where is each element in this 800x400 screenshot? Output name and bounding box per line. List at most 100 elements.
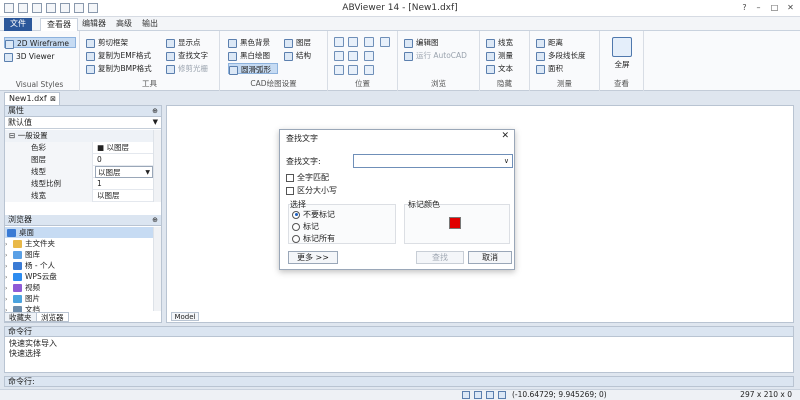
close-icon[interactable]: ✕	[501, 131, 509, 141]
rotate-icon[interactable]	[380, 37, 390, 47]
find-text-button[interactable]: 查找文字	[166, 50, 208, 61]
zoom-percent-icon[interactable]	[364, 65, 374, 75]
pin-icon[interactable]: ⊕	[152, 215, 158, 225]
tab-favorites[interactable]: 收藏夹	[4, 312, 37, 322]
black-background-button[interactable]: 黑色背景	[228, 37, 270, 48]
fullscreen-button[interactable]: 全屏	[606, 37, 638, 70]
radio-mark[interactable]: 标记	[292, 222, 319, 232]
group-label-position: 位置	[355, 79, 370, 88]
group-label-tools: 工具	[142, 79, 157, 88]
property-row[interactable]: 图层 0	[5, 154, 161, 166]
area-button[interactable]: 面积	[536, 63, 563, 74]
menu-advanced[interactable]: 高级	[110, 18, 138, 31]
black-white-button[interactable]: 黑白绘图	[228, 50, 270, 61]
ortho-icon[interactable]	[486, 391, 494, 399]
tree-item[interactable]: › 杨 - 个人	[5, 260, 153, 271]
run-autocad-button[interactable]: 运行 AutoCAD	[404, 50, 467, 61]
property-value[interactable]: 以图层	[95, 190, 153, 202]
mark-color-swatch[interactable]	[449, 217, 461, 229]
property-value: 以图层	[98, 168, 121, 177]
close-tab-icon[interactable]: ⊠	[50, 93, 56, 105]
minimize-button[interactable]: –	[752, 2, 765, 14]
close-button[interactable]: ✕	[784, 2, 797, 14]
viewer-3d-button[interactable]: 3D Viewer	[4, 51, 54, 62]
layers-button[interactable]: 图层	[284, 37, 311, 48]
property-row[interactable]: 线型比例 1	[5, 178, 161, 190]
show-points-button[interactable]: 显示点	[166, 37, 201, 48]
maximize-button[interactable]: □	[768, 2, 781, 14]
group-label-measure: 测量	[557, 79, 572, 88]
model-tab[interactable]: Model	[171, 312, 199, 321]
property-row[interactable]: 色彩 ■ 以图层	[5, 142, 161, 154]
find-text-dialog: 查找文字 ✕ 查找文字: ∨ 全字匹配 区分大小写 选择 不要标记 标记 标记所…	[279, 129, 515, 270]
smooth-arcs-button[interactable]: 圆滑弧形	[228, 63, 278, 75]
structure-button[interactable]: 结构	[284, 50, 311, 61]
edit-drawing-label: 编辑图	[416, 38, 439, 47]
zoom-out-icon[interactable]	[364, 51, 374, 61]
structure-label: 结构	[296, 51, 311, 60]
more-button[interactable]: 更多 >>	[288, 251, 338, 264]
property-value[interactable]: 0	[95, 154, 153, 166]
text-button[interactable]: 文本	[486, 63, 513, 74]
polyline-length-button[interactable]: 多段线长度	[536, 50, 586, 61]
cancel-button[interactable]: 取消	[468, 251, 512, 264]
distance-button[interactable]: 距离	[536, 37, 563, 48]
menu-output[interactable]: 输出	[136, 18, 164, 31]
tree-item[interactable]: › 图片	[5, 293, 153, 304]
property-row[interactable]: 线型 以图层 ▼	[5, 166, 161, 178]
lineweight-button[interactable]: 线宽	[486, 37, 513, 48]
property-section-label: 一般设置	[17, 131, 48, 140]
zoom-extents-icon[interactable]	[348, 37, 358, 47]
zoom-window-icon[interactable]	[334, 51, 344, 61]
trim-raster-button[interactable]: 修剪光栅	[166, 63, 208, 74]
properties-selector[interactable]: 默认值 ▼	[5, 117, 161, 129]
find-text-input[interactable]: ∨	[353, 154, 513, 168]
fit-icon[interactable]	[334, 65, 344, 75]
copy-bmp-button[interactable]: 复制为BMP格式	[86, 63, 152, 74]
view-box-icon[interactable]	[348, 65, 358, 75]
help-button[interactable]: ?	[738, 2, 751, 14]
tree-item[interactable]: › 主文件夹	[5, 238, 153, 249]
tree-item[interactable]: › 视频	[5, 282, 153, 293]
edit-drawing-button[interactable]: 编辑图	[404, 37, 439, 48]
browser-scrollbar[interactable]	[153, 227, 161, 311]
grid-icon[interactable]	[474, 391, 482, 399]
whole-word-checkbox[interactable]: 全字匹配	[286, 173, 329, 183]
property-value-dropdown[interactable]: 以图层 ▼	[95, 166, 153, 178]
chevron-down-icon[interactable]: ∨	[504, 155, 509, 167]
radio-dot	[292, 222, 300, 231]
command-input[interactable]: 命令行:	[4, 376, 794, 387]
menu-editor[interactable]: 编辑器	[76, 18, 112, 31]
properties-scrollbar[interactable]	[153, 130, 161, 202]
radio-mark-all[interactable]: 标记所有	[292, 234, 335, 244]
group-label-visual-styles: Visual Styles	[15, 80, 64, 89]
property-row[interactable]: 线宽 以图层	[5, 190, 161, 202]
find-button[interactable]: 查找	[416, 251, 464, 264]
menu-viewer[interactable]: 查看器	[40, 18, 78, 31]
clip-frame-button[interactable]: 剪切框架	[86, 37, 128, 48]
document-tab[interactable]: New1.dxf ⊠	[4, 92, 60, 105]
group-label-cad-settings: CAD绘图设置	[250, 79, 297, 88]
polar-icon[interactable]	[498, 391, 506, 399]
edit-drawing-icon	[404, 38, 413, 48]
tree-root[interactable]: 桌面	[5, 227, 153, 238]
tree-item[interactable]: › WPS云盘	[5, 271, 153, 282]
tab-browser[interactable]: 浏览器	[36, 312, 69, 322]
property-value[interactable]: 1	[95, 178, 153, 190]
tree-item[interactable]: › 图库	[5, 249, 153, 260]
hide-measure-button[interactable]: 测量	[486, 50, 513, 61]
group-measure: 距离 多段线长度 面积 测量	[530, 31, 600, 91]
pan-icon[interactable]	[334, 37, 344, 47]
pin-icon[interactable]: ⊕	[152, 106, 158, 116]
zoom-rect-icon[interactable]	[348, 51, 358, 61]
snap-icon[interactable]	[462, 391, 470, 399]
menu-file[interactable]: 文件	[4, 18, 32, 31]
copy-emf-button[interactable]: 复制为EMF格式	[86, 50, 151, 61]
lineweight-label: 线宽	[498, 38, 513, 47]
property-section[interactable]: ⊟ 一般设置	[5, 130, 161, 142]
radio-no-mark[interactable]: 不要标记	[292, 210, 335, 220]
zoom-in-icon[interactable]	[364, 37, 374, 47]
match-case-checkbox[interactable]: 区分大小写	[286, 186, 337, 196]
wireframe-2d-button[interactable]: 2D Wireframe	[4, 37, 76, 49]
property-value[interactable]: ■ 以图层	[95, 142, 153, 154]
